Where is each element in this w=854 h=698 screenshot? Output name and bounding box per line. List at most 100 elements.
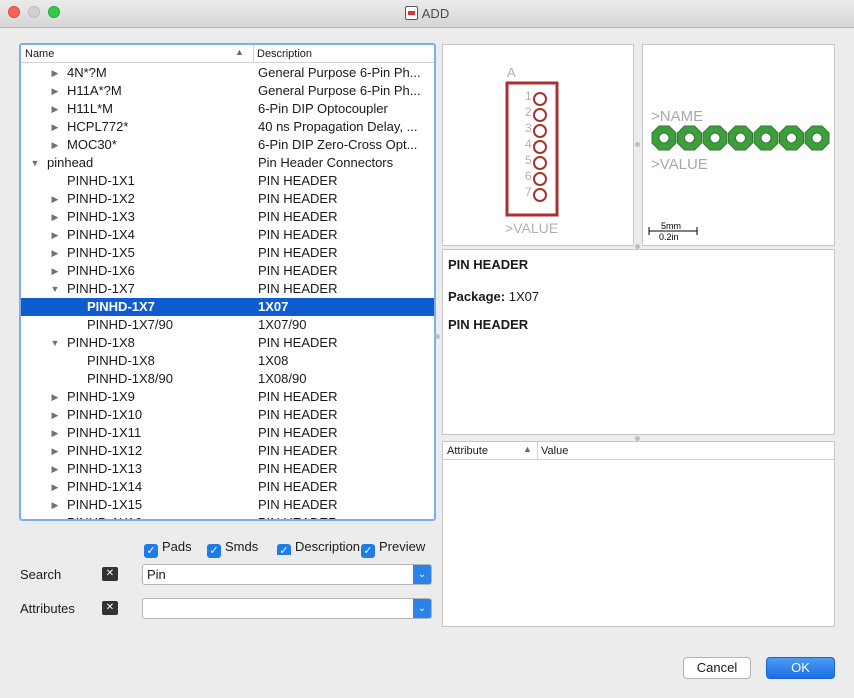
tree-row[interactable]: PINHD-1X8 1X08 — [21, 352, 434, 370]
disclosure-closed-icon[interactable]: ▶ — [49, 514, 61, 519]
column-divider[interactable] — [253, 45, 254, 63]
tree-row[interactable]: ▶ PINHD-1X6 PIN HEADER — [21, 262, 434, 280]
tree-row[interactable]: ▶ PINHD-1X10 PIN HEADER — [21, 406, 434, 424]
disclosure-closed-icon[interactable]: ▶ — [49, 262, 61, 280]
tree-row-name: H11A*?M — [67, 83, 122, 98]
disclosure-closed-icon[interactable]: ▶ — [49, 118, 61, 136]
disclosure-closed-icon[interactable]: ▶ — [49, 208, 61, 226]
tree-row-name: MOC30* — [67, 137, 117, 152]
tree-row[interactable]: ▼ PINHD-1X7 PIN HEADER — [21, 280, 434, 298]
library-tree[interactable]: Name ▲ Description ▶ 4N*?M General Purpose… — [19, 43, 436, 521]
tree-row-name: PINHD-1X1 — [67, 173, 135, 188]
disclosure-closed-icon[interactable]: ▶ — [49, 136, 61, 154]
tree-row-description: 1X07 — [258, 299, 289, 314]
disclosure-closed-icon[interactable]: ▶ — [49, 64, 61, 82]
splitter-handle[interactable] — [635, 142, 640, 147]
tree-row[interactable]: ▶ MOC30* 6-Pin DIP Zero-Cross Opt... — [21, 136, 434, 154]
disclosure-closed-icon[interactable]: ▶ — [49, 442, 61, 460]
pin-circle — [533, 124, 547, 138]
pad-drill — [811, 132, 823, 144]
info-footer: PIN HEADER — [448, 317, 529, 332]
window-title-group: ADD — [0, 6, 854, 21]
ok-button[interactable]: OK — [766, 657, 835, 679]
tree-row-description: 1X08 — [258, 353, 289, 368]
tree-row[interactable]: ▶ PINHD-1X13 PIN HEADER — [21, 460, 434, 478]
tree-row[interactable]: ▶ HCPL772* 40 ns Propagation Delay, ... — [21, 118, 434, 136]
disclosure-closed-icon[interactable]: ▶ — [49, 82, 61, 100]
tree-row[interactable]: ▼ PINHD-1X8 PIN HEADER — [21, 334, 434, 352]
tree-row-name: PINHD-1X9 — [67, 389, 135, 404]
tree-row-description: PIN HEADER — [258, 227, 338, 242]
disclosure-closed-icon[interactable]: ▶ — [49, 406, 61, 424]
tree-row[interactable]: ▶ PINHD-1X2 PIN HEADER — [21, 190, 434, 208]
tree-row[interactable]: PINHD-1X8/90 1X08/90 — [21, 370, 434, 388]
tree-row[interactable]: ▶ H11A*?M General Purpose 6-Pin Ph... — [21, 82, 434, 100]
disclosure-open-icon[interactable]: ▼ — [49, 280, 61, 298]
package-pads — [651, 125, 830, 151]
smds-checkbox[interactable]: ✓ Smds — [207, 539, 258, 558]
disclosure-closed-icon[interactable]: ▶ — [49, 388, 61, 406]
checkmark-icon: ✓ — [144, 544, 158, 558]
tree-row[interactable]: ▶ PINHD-1X11 PIN HEADER — [21, 424, 434, 442]
chevron-down-icon[interactable]: ⌄ — [413, 565, 431, 584]
disclosure-closed-icon[interactable]: ▶ — [49, 460, 61, 478]
disclosure-closed-icon[interactable]: ▶ — [49, 244, 61, 262]
attribute-table[interactable]: Attribute ▲ Value — [442, 441, 835, 627]
pads-checkbox[interactable]: ✓ Pads — [144, 539, 192, 558]
disclosure-closed-icon[interactable]: ▶ — [49, 496, 61, 514]
tree-row[interactable]: ▶ PINHD-1X16 PIN HEADER — [21, 514, 434, 519]
pin-circle — [533, 108, 547, 122]
preview-checkbox[interactable]: ✓ Preview — [361, 539, 425, 558]
column-divider[interactable] — [537, 442, 538, 460]
disclosure-closed-icon[interactable]: ▶ — [49, 226, 61, 244]
tree-row-description: PIN HEADER — [258, 514, 432, 519]
tree-row-description: General Purpose 6-Pin Ph... — [258, 65, 421, 80]
clear-attributes-button[interactable]: ✕ — [102, 601, 118, 615]
tree-row-description: PIN HEADER — [258, 389, 338, 404]
tree-row[interactable]: ▶ PINHD-1X14 PIN HEADER — [21, 478, 434, 496]
attributes-combobox[interactable]: ⌄ — [142, 598, 432, 619]
search-input[interactable]: Pin — [147, 567, 166, 582]
sort-ascending-icon: ▲ — [235, 47, 244, 57]
package-drawing: >NAME >VALUE 5mm 0.2in — [648, 108, 830, 242]
description-checkbox[interactable]: ✓ Description — [277, 539, 362, 555]
tree-row[interactable]: ▶ PINHD-1X15 PIN HEADER — [21, 496, 434, 514]
clear-search-button[interactable]: ✕ — [102, 567, 118, 581]
column-header-description[interactable]: Description — [257, 48, 312, 60]
tree-header: Name ▲ Description — [21, 45, 434, 63]
tree-row[interactable]: ▶ 4N*?M General Purpose 6-Pin Ph... — [21, 64, 434, 82]
disclosure-closed-icon[interactable]: ▶ — [49, 478, 61, 496]
tree-row[interactable]: PINHD-1X7/90 1X07/90 — [21, 316, 434, 334]
tree-row-description: PIN HEADER — [258, 443, 338, 458]
pin-circle — [533, 156, 547, 170]
column-header-attribute[interactable]: Attribute — [447, 445, 488, 457]
disclosure-closed-icon[interactable]: ▶ — [49, 190, 61, 208]
tree-row-name: PINHD-1X8 — [67, 335, 135, 350]
tree-row[interactable]: ▶ PINHD-1X5 PIN HEADER — [21, 244, 434, 262]
tree-row-description: PIN HEADER — [258, 461, 338, 476]
tree-row[interactable]: ▶ PINHD-1X3 PIN HEADER — [21, 208, 434, 226]
disclosure-open-icon[interactable]: ▼ — [49, 334, 61, 352]
splitter-handle[interactable] — [435, 334, 440, 339]
tree-row-description: PIN HEADER — [258, 263, 338, 278]
tree-row[interactable]: ▶ PINHD-1X9 PIN HEADER — [21, 388, 434, 406]
chevron-down-icon[interactable]: ⌄ — [413, 599, 431, 618]
tree-row[interactable]: PINHD-1X1 PIN HEADER — [21, 172, 434, 190]
tree-row[interactable]: ▶ H11L*M 6-Pin DIP Optocoupler — [21, 100, 434, 118]
pad-drill — [684, 132, 695, 144]
description-panel: PIN HEADER Package: 1X07 PIN HEADER — [442, 249, 835, 435]
column-header-value[interactable]: Value — [541, 445, 568, 457]
cancel-button[interactable]: Cancel — [683, 657, 751, 679]
scale-mm-label: 5mm — [661, 221, 681, 231]
disclosure-closed-icon[interactable]: ▶ — [49, 100, 61, 118]
disclosure-closed-icon[interactable]: ▶ — [49, 424, 61, 442]
column-header-name[interactable]: Name — [25, 48, 54, 60]
tree-row-name: PINHD-1X11 — [67, 425, 142, 440]
search-combobox[interactable]: Pin ⌄ — [142, 564, 432, 585]
tree-row[interactable]: ▶ PINHD-1X12 PIN HEADER — [21, 442, 434, 460]
tree-row[interactable]: ▼ pinhead Pin Header Connectors — [21, 154, 434, 172]
tree-row[interactable]: PINHD-1X7 1X07 — [21, 298, 434, 316]
pad-drill — [658, 132, 670, 144]
tree-row[interactable]: ▶ PINHD-1X4 PIN HEADER — [21, 226, 434, 244]
disclosure-open-icon[interactable]: ▼ — [29, 154, 41, 172]
